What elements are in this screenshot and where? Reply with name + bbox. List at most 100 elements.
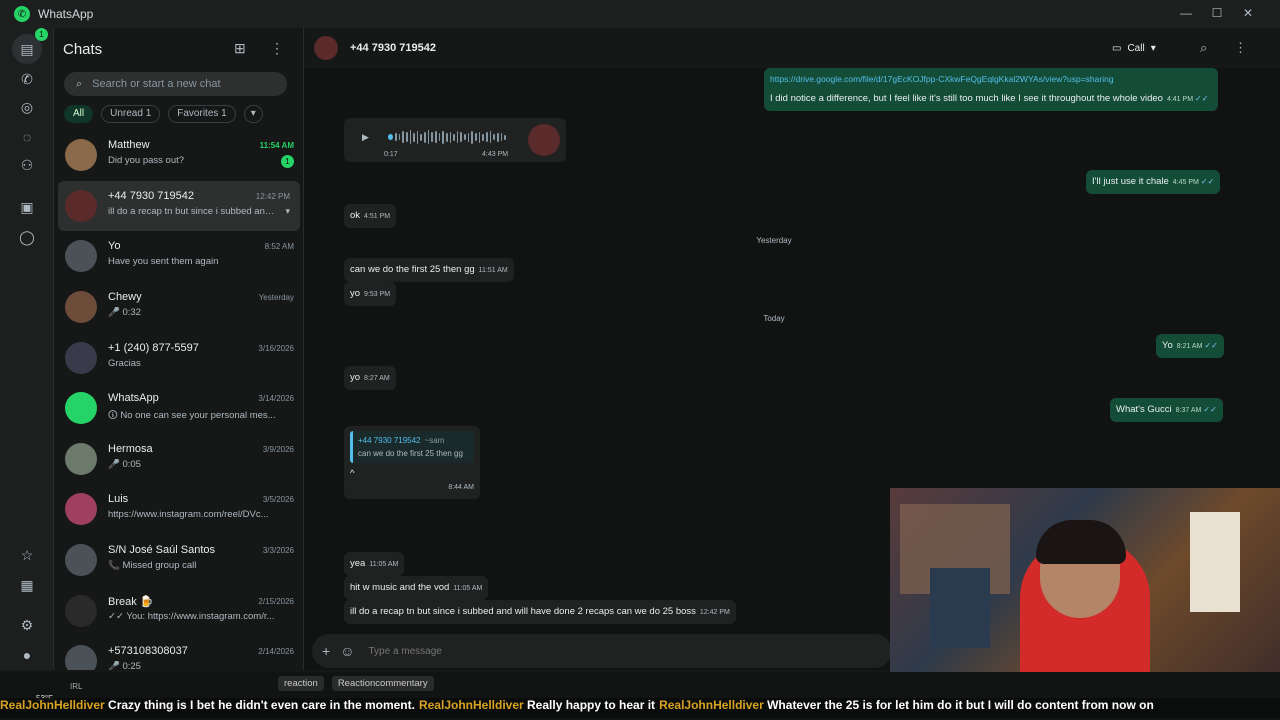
message-time: 12:42 PM [699,609,730,616]
message-text: Yo [1162,340,1173,351]
chat-avatar [65,594,97,627]
stream-overlay-bar: IRL reaction Reactioncommentary 53°F Rea… [0,672,1280,720]
voice-waveform[interactable] [388,130,506,144]
stream-tag: reaction [278,676,324,691]
message-incoming[interactable]: ill do a recap tn but since i subbed and… [344,600,736,624]
quoted-message[interactable]: +44 7930 719542 ~sam can we do the first … [350,431,474,463]
chat-time: 3/14/2026 [258,394,294,404]
chat-row[interactable]: Break 🍺 2/15/2026 ✓✓ You: https://www.in… [54,585,303,636]
chat-preview: Did you pass out? [108,155,185,167]
chat-time: 3/9/2026 [262,444,294,454]
chat-avatar [65,392,97,425]
media-nav-icon[interactable]: ▦ [16,574,38,596]
message-time: 11:05 AM [369,561,399,568]
communities-nav-icon[interactable]: ⚇ [16,154,38,176]
message-time: 8:21 AM [1176,343,1203,350]
contact-avatar[interactable] [314,36,338,60]
read-ticks-icon: ✓✓ [1204,341,1218,350]
chat-time: Yesterday [258,293,294,303]
call-button[interactable]: ▭ Call ▾ [1112,38,1174,58]
chat-preview: 🎤 0:25 [108,661,141,670]
settings-icon[interactable]: ⚙ [16,614,38,636]
close-icon[interactable]: ✕ [1234,4,1262,22]
chat-row[interactable]: +1 (240) 877-5597 3/16/2026 Gracias [54,332,303,383]
chat-avatar [65,544,97,577]
day-separator: Today [763,314,785,323]
day-separator: Yesterday [756,236,792,245]
chat-row[interactable]: S/N José Saúl Santos 3/3/2026 📞 Missed g… [54,535,303,586]
message-time: 8:44 AM [448,484,474,491]
webcam-box [1190,512,1240,612]
chat-avatar [65,291,97,324]
chat-avatar [65,189,97,222]
new-chat-icon[interactable]: ⊞ [234,40,246,57]
play-icon[interactable]: ▶ [362,132,369,143]
message-incoming[interactable]: can we do the first 25 then gg 11:51 AM [344,258,514,282]
message-outgoing[interactable]: I'll just use it chale 4:45 PM ✓✓ [1086,170,1221,194]
chat-time: 2/14/2026 [258,647,294,657]
message-outgoing[interactable]: What's Gucci 8:37 AM ✓✓ [1110,398,1223,422]
chevron-down-icon[interactable]: ▾ [285,206,290,217]
message-time: 4:45 PM [1172,179,1199,186]
message-outgoing[interactable]: Yo 8:21 AM ✓✓ [1156,334,1224,358]
chat-row[interactable]: Matthew 11:54 AM Did you pass out? 1 [54,130,303,181]
chat-name: +573108308037 [108,645,188,658]
message-incoming[interactable]: hit w music and the vod 11:05 AM [344,576,489,600]
stream-tag: Reactioncommentary [331,676,434,691]
menu-dots-icon[interactable]: ⋮ [1234,40,1247,56]
ticker-message: Whatever the 25 is for let him do it but… [767,698,1154,712]
message-input[interactable] [368,645,769,657]
chat-row[interactable]: +44 7930 719542 12:42 PM ill do a recap … [58,180,300,232]
chats-nav-icon[interactable]: ▤ 1 [12,28,48,64]
message-incoming[interactable]: ok 4:51 PM [344,204,397,228]
message-incoming[interactable]: yo 9:53 PM [344,282,397,306]
calls-nav-icon[interactable]: ✆ [16,68,38,90]
chat-preview: 📞 Missed group call [108,560,197,572]
chat-name: Luis [108,493,129,506]
chat-row[interactable]: Yo 8:52 AM Have you sent them again [54,231,303,282]
search-bar[interactable]: ⌕ Search or start a new chat [64,72,287,96]
message-text: ^ [350,468,355,479]
starred-nav-icon[interactable]: ☆ [16,544,38,566]
message-incoming[interactable]: yea 11:05 AM [344,552,405,576]
emoji-icon[interactable]: ☺ [340,643,354,659]
filter-favorites[interactable]: Favorites 1 [168,105,236,123]
contact-name[interactable]: +44 7930 719542 [350,42,436,54]
waveform-bar [442,130,444,144]
chat-row[interactable]: Hermosa 3/9/2026 🎤 0:05 [54,434,303,485]
message-incoming-reply[interactable]: +44 7930 719542 ~sam can we do the first … [344,426,480,499]
search-icon[interactable]: ⌕ [1200,40,1207,56]
maximize-icon[interactable]: ☐ [1203,4,1231,22]
meta-ai-icon[interactable]: ◯ [16,226,38,248]
message-outgoing[interactable]: https://drive.google.com/file/d/17gEcKOJ… [764,68,1218,111]
attach-plus-icon[interactable]: + [322,643,330,659]
message-link[interactable]: https://drive.google.com/file/d/17gEcKOJ… [770,73,1212,86]
message-incoming[interactable]: yo 8:27 AM [344,366,396,390]
chat-row[interactable]: WhatsApp 3/14/2026 🛈 No one can see your… [54,383,303,434]
chat-avatar [65,442,97,475]
chat-row[interactable]: Chewy Yesterday 🎤 0:32 [54,282,303,333]
chat-row[interactable]: +573108308037 2/14/2026 🎤 0:25 [54,636,303,670]
minimize-icon[interactable]: — [1172,4,1200,22]
waveform-bar [453,133,455,141]
chat-list: Matthew 11:54 AM Did you pass out? 1 +44… [54,130,303,670]
profile-avatar[interactable]: ● [16,644,38,666]
waveform-bar [427,130,430,144]
chat-name: Break 🍺 [108,595,154,608]
chat-row[interactable]: Luis 3/5/2026 https://www.instagram.com/… [54,484,303,535]
unread-badge: 1 [281,155,294,169]
channels-nav-icon[interactable]: ◌ [16,126,38,148]
filter-more-chevron-icon[interactable]: ▾ [243,105,263,123]
voice-message[interactable]: ▶ 0:17 4:43 PM [344,118,566,162]
chat-preview: Have you sent them again [108,256,219,268]
filter-all[interactable]: All [64,105,94,123]
message-time: 11:05 AM [453,585,483,592]
menu-dots-icon[interactable]: ⋮ [270,40,284,57]
status-nav-icon[interactable]: ◎ [16,96,38,118]
read-ticks-icon: ✓✓ [1200,177,1215,186]
search-input[interactable]: Search or start a new chat [92,78,220,90]
archive-nav-icon[interactable]: ▣ [16,196,38,218]
waveform-bar [471,130,474,144]
waveform-bar [460,132,463,142]
filter-unread[interactable]: Unread 1 [101,105,161,123]
